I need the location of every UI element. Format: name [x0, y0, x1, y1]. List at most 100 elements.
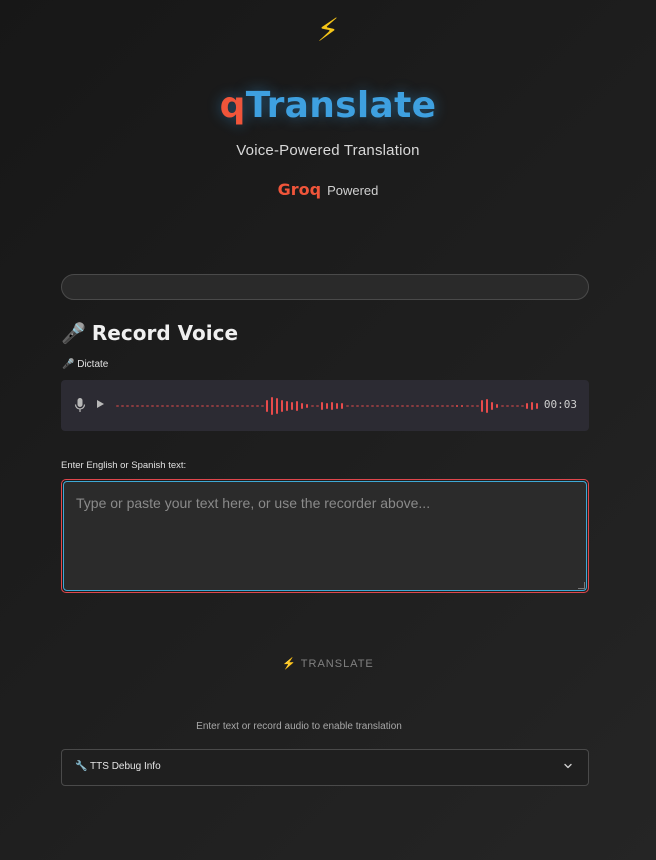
record-voice-heading: 🎤 Record Voice: [61, 318, 238, 348]
waveform-bar: [161, 405, 164, 407]
logo-translate: Translate: [245, 85, 437, 126]
waveform-bar: [376, 405, 379, 407]
waveform-bar: [256, 405, 259, 407]
tts-debug-label: 🔧 TTS Debug Info: [75, 761, 161, 772]
waveform-bar: [421, 405, 424, 407]
waveform-bar: [516, 405, 519, 407]
waveform-bar: [131, 405, 134, 407]
waveform-bar: [441, 405, 444, 407]
waveform-bar: [261, 405, 264, 407]
waveform-bar: [446, 405, 449, 407]
waveform-bar: [416, 405, 419, 407]
logo-q: q: [219, 85, 246, 126]
waveform-bar: [436, 405, 439, 407]
translation-hint: Enter text or record audio to enable tra…: [196, 721, 402, 732]
waveform-bar: [536, 403, 538, 409]
waveform-bar: [191, 405, 194, 407]
waveform-bar: [501, 405, 504, 407]
dictate-label: 🎤 Dictate: [62, 359, 109, 370]
waveform-bar: [341, 403, 343, 409]
waveform-bar: [316, 405, 319, 407]
waveform-bar: [311, 405, 314, 407]
waveform-bar: [451, 405, 454, 407]
waveform-bar: [531, 402, 533, 410]
waveform-bar: [391, 405, 394, 407]
recording-timer: 00:03: [543, 398, 577, 411]
audio-waveform[interactable]: [116, 393, 542, 419]
waveform-bar: [511, 405, 514, 407]
waveform-bar: [476, 405, 479, 407]
waveform-bar: [481, 400, 483, 412]
waveform-bar: [406, 405, 409, 407]
text-input-wrapper: [61, 479, 589, 593]
waveform-bar: [271, 397, 273, 415]
audio-recorder: 00:03: [61, 380, 589, 431]
bolt-icon: ⚡: [316, 12, 340, 48]
waveform-bar: [281, 400, 283, 412]
waveform-bar: [321, 402, 323, 410]
powered-label: Powered: [327, 183, 379, 198]
waveform-bar: [246, 405, 249, 407]
app-subtitle: Voice-Powered Translation: [236, 142, 420, 159]
waveform-bar: [291, 402, 293, 410]
waveform-bar: [276, 398, 278, 414]
waveform-bar: [231, 405, 234, 407]
progress-bar: [61, 274, 589, 300]
waveform-bar: [206, 405, 209, 407]
waveform-bar: [211, 405, 214, 407]
waveform-bar: [466, 405, 469, 407]
play-icon[interactable]: [97, 400, 104, 408]
waveform-bar: [126, 405, 129, 407]
waveform-bar: [361, 405, 364, 407]
text-input-label: Enter English or Spanish text:: [61, 460, 187, 471]
waveform-bar: [121, 405, 124, 407]
waveform-bar: [381, 405, 384, 407]
waveform-bar: [326, 403, 328, 409]
waveform-bar: [431, 405, 434, 407]
waveform-bar: [216, 405, 219, 407]
waveform-bar: [346, 405, 349, 407]
chevron-down-icon: [564, 763, 572, 769]
waveform-bar: [521, 405, 524, 407]
waveform-bar: [331, 402, 333, 410]
waveform-bar: [456, 405, 458, 407]
translate-button[interactable]: ⚡ TRANSLATE: [248, 650, 408, 676]
waveform-bar: [461, 405, 463, 407]
waveform-bar: [356, 405, 359, 407]
waveform-bar: [301, 403, 303, 409]
waveform-bar: [506, 405, 509, 407]
waveform-bar: [136, 405, 139, 407]
waveform-bar: [486, 399, 488, 413]
microphone-icon: 🎤: [61, 321, 86, 345]
waveform-bar: [166, 405, 169, 407]
waveform-bar: [186, 405, 189, 407]
waveform-bar: [266, 400, 268, 412]
tts-debug-accordion[interactable]: 🔧 TTS Debug Info: [61, 749, 589, 786]
resize-handle[interactable]: [578, 582, 585, 589]
groq-logo: Groq: [277, 180, 322, 199]
waveform-bar: [396, 405, 399, 407]
waveform-bar: [201, 405, 204, 407]
waveform-bar: [526, 403, 528, 409]
record-voice-title: Record Voice: [91, 321, 239, 345]
waveform-bar: [196, 405, 199, 407]
waveform-bar: [221, 405, 224, 407]
waveform-bar: [146, 405, 149, 407]
waveform-bar: [386, 405, 389, 407]
waveform-bar: [156, 405, 159, 407]
waveform-bar: [116, 405, 119, 407]
waveform-bar: [351, 405, 354, 407]
waveform-bar: [241, 405, 244, 407]
waveform-bar: [236, 405, 239, 407]
record-mic-icon[interactable]: [74, 397, 86, 413]
waveform-bar: [336, 403, 338, 409]
text-input[interactable]: [63, 481, 587, 591]
waveform-bar: [371, 405, 374, 407]
waveform-bar: [366, 405, 369, 407]
waveform-bar: [141, 405, 144, 407]
waveform-bar: [491, 402, 493, 410]
waveform-bar: [306, 404, 308, 408]
waveform-bar: [411, 405, 414, 407]
waveform-bar: [296, 401, 298, 411]
waveform-bar: [181, 405, 184, 407]
